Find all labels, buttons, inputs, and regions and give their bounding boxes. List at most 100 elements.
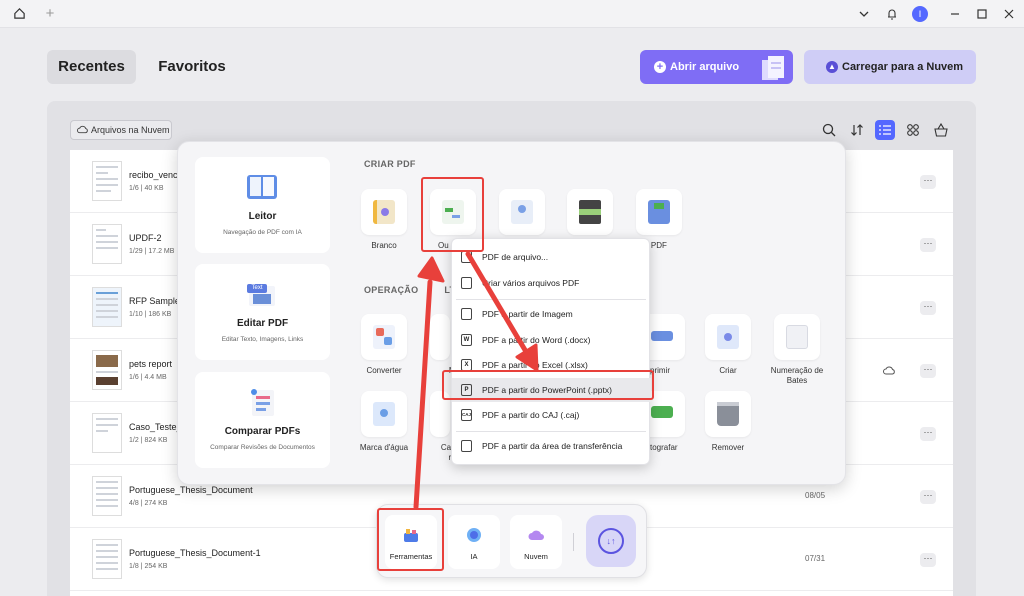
file-icon [461, 251, 472, 263]
list-view-icon[interactable] [875, 120, 895, 140]
file-thumbnail [92, 287, 122, 327]
more-options-button[interactable]: ··· [920, 175, 936, 189]
search-icon[interactable] [819, 120, 839, 140]
cloud-icon [77, 125, 88, 134]
dock-label: IA [470, 552, 478, 561]
dock-ai-button[interactable]: IA [448, 515, 500, 569]
upload-cloud-button[interactable]: ▲ Carregar para a Nuvem [804, 50, 976, 84]
file-thumbnail [92, 539, 122, 579]
basket-icon[interactable] [931, 120, 951, 140]
card-title: Leitor [248, 211, 277, 222]
open-file-button[interactable]: + Abrir arquivo [640, 50, 793, 84]
trash-icon [717, 402, 739, 426]
more-options-button[interactable]: ··· [920, 301, 936, 315]
create-icon [717, 325, 739, 349]
watermark-tile[interactable] [361, 391, 407, 437]
text-badge: Text [247, 284, 267, 293]
create-tile[interactable] [705, 314, 751, 360]
tab-recentes[interactable]: Recentes [47, 50, 136, 84]
menu-item-label: PDF a partir do Word (.docx) [482, 335, 591, 345]
tile-label: Remover [711, 443, 745, 452]
bates-icon [786, 325, 808, 349]
scanner-icon [579, 200, 601, 224]
close-icon[interactable] [997, 0, 1021, 29]
cloud-icon [528, 530, 544, 540]
sort-icon[interactable] [847, 120, 867, 140]
cloud-icon [883, 366, 895, 375]
bates-numbering-tile[interactable] [774, 314, 820, 360]
avatar[interactable]: I [912, 6, 928, 22]
maximize-icon[interactable] [970, 0, 994, 29]
file-date: 07/31 [805, 554, 826, 563]
word-icon: W [461, 334, 472, 346]
more-options-button[interactable]: ··· [920, 553, 936, 567]
portfolio-tile[interactable] [636, 189, 682, 235]
file-thumbnail [92, 476, 122, 516]
grid-view-icon[interactable] [903, 120, 923, 140]
file-meta: 4/8 | 274 KB [129, 500, 168, 507]
create-pdf-menu: PDF de arquivo... Criar vários arquivos … [451, 238, 651, 465]
cloud-chip-label: Arquivos na Nuvem [91, 125, 170, 135]
card-subtitle: Editar Texto, Imagens, Links [221, 336, 304, 343]
file-meta: 1/10 | 186 KB [129, 311, 172, 318]
file-thumbnail [92, 350, 122, 390]
file-name: RFP Sample [129, 296, 180, 306]
create-pdf-heading: CRIAR PDF [364, 159, 416, 169]
tile-label: Criar [719, 366, 737, 375]
reader-card[interactable]: Leitor Navegação de PDF com IA [195, 157, 330, 253]
scanner-tile[interactable] [567, 189, 613, 235]
file-thumbnail [92, 161, 122, 201]
more-options-button[interactable]: ··· [920, 364, 936, 378]
tab-favoritos[interactable]: Favoritos [148, 50, 236, 84]
file-thumbnail [92, 413, 122, 453]
menu-item-label: Criar vários arquivos PDF [482, 278, 580, 288]
merge-tile[interactable] [430, 314, 450, 360]
edit-pdf-card[interactable]: Text Editar PDF Editar Texto, Imagens, L… [195, 264, 330, 360]
annotation-highlight-tools [377, 508, 444, 571]
convert-tile[interactable] [361, 314, 407, 360]
clipboard-icon [461, 440, 472, 452]
edit-text-icon [249, 286, 275, 306]
cloud-files-chip[interactable]: Arquivos na Nuvem [70, 120, 172, 140]
file-meta: 1/29 | 17.2 MB [129, 248, 175, 255]
annotation-highlight-powerpoint [442, 370, 654, 400]
menu-item-label: PDF de arquivo... [482, 252, 549, 262]
menu-item-from-clipboard[interactable]: PDF a partir da área de transferência [452, 434, 651, 458]
remove-tile[interactable] [705, 391, 751, 437]
home-icon[interactable] [7, 0, 31, 30]
dock-convert-button[interactable]: ↓↑ [586, 515, 636, 567]
file-meta: 1/6 | 40 KB [129, 185, 164, 192]
sync-icon: ↓↑ [598, 528, 624, 554]
file-thumbnail [92, 224, 122, 264]
ops-heading-text: OPERAÇÃO [364, 285, 419, 295]
more-options-button[interactable]: ··· [920, 427, 936, 441]
menu-item-from-word[interactable]: W PDF a partir do Word (.docx) [452, 328, 651, 352]
caj-icon: CAJ [461, 409, 472, 421]
dock-cloud-button[interactable]: Nuvem [510, 515, 562, 569]
new-tab-button[interactable]: + [38, 0, 62, 28]
card-title: Comparar PDFs [224, 426, 301, 437]
card-title: Editar PDF [236, 318, 289, 329]
file-name: Portuguese_Thesis_Document [129, 485, 253, 495]
documents-icon [762, 56, 784, 80]
chevron-down-icon[interactable] [852, 0, 876, 29]
more-options-button[interactable]: ··· [920, 238, 936, 252]
files-icon [461, 277, 472, 289]
menu-item-create-multiple[interactable]: Criar vários arquivos PDF [452, 271, 651, 295]
compare-pdfs-card[interactable]: Comparar PDFs Comparar Revisões de Docum… [195, 372, 330, 468]
file-meta: 1/6 | 4.4 MB [129, 374, 167, 381]
file-name: Portuguese_Thesis_Document-1 [129, 548, 261, 558]
menu-item-from-image[interactable]: PDF a partir de Imagem [452, 302, 651, 326]
bell-icon[interactable] [880, 0, 904, 30]
more-options-button[interactable]: ··· [920, 490, 936, 504]
menu-item-from-caj[interactable]: CAJ PDF a partir do CAJ (.caj) [452, 403, 651, 427]
menu-item-label: PDF a partir do Excel (.xlsx) [482, 360, 588, 370]
minimize-icon[interactable] [943, 0, 967, 29]
menu-divider [456, 431, 646, 432]
file-name: recibo_venci [129, 170, 180, 180]
file-meta: 1/8 | 254 KB [129, 563, 168, 570]
blank-tile[interactable] [361, 189, 407, 235]
id-card-icon [511, 200, 533, 224]
file-meta: 1/2 | 824 KB [129, 437, 168, 444]
scan-id-tile[interactable] [499, 189, 545, 235]
